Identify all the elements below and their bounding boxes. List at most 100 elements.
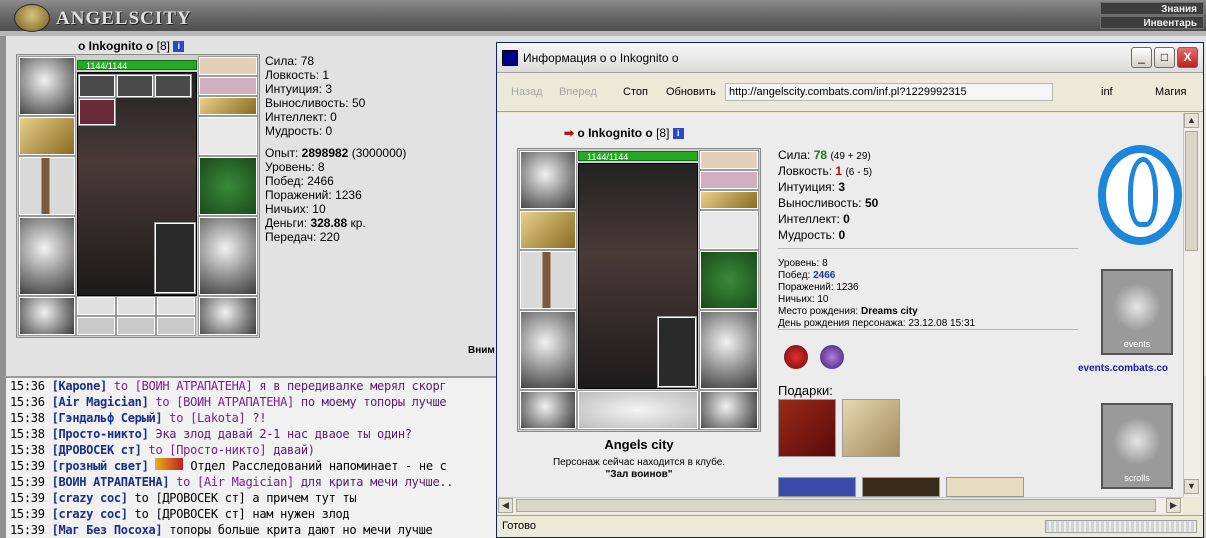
profile-boots-slot[interactable] <box>699 390 759 430</box>
pet-slot[interactable] <box>154 222 196 294</box>
purple-badge-icon[interactable] <box>820 345 844 369</box>
forward-button[interactable]: Вперед <box>559 86 597 98</box>
rings-slot[interactable] <box>198 96 258 116</box>
extra-slot-6[interactable] <box>156 316 196 336</box>
magic-button[interactable]: Магия <box>1155 86 1187 98</box>
refresh-button[interactable]: Обновить <box>666 86 716 98</box>
profile-weapon-slot[interactable] <box>519 250 577 310</box>
profile-bracers-slot[interactable] <box>519 210 577 250</box>
profile-legs-slot[interactable] <box>699 310 759 390</box>
extra-slot-3[interactable] <box>156 296 196 316</box>
profile-stat-intuition: Интуиция: 3 <box>778 180 846 194</box>
character-name[interactable]: o Inkognito o <box>78 39 153 53</box>
helmet-slot[interactable] <box>18 56 76 116</box>
profile-pet-slot[interactable] <box>657 316 697 388</box>
window-app-icon <box>502 50 518 66</box>
rune-slot-1[interactable] <box>78 74 116 98</box>
top-bar: ANGELSCITY Знания Инвентарь <box>0 0 1206 36</box>
chat-line: 15:38 [ДРОВОСЕК ст] to [Просто-никто] да… <box>10 443 315 457</box>
profile-city: Angels city <box>604 437 674 452</box>
scrolls-banner-icon[interactable]: scrolls <box>1101 403 1173 489</box>
belt-slot[interactable] <box>18 296 76 336</box>
profile-stat-endurance: Выносливость: 50 <box>778 196 879 210</box>
maximize-button[interactable]: □ <box>1154 47 1175 68</box>
boots-slot[interactable] <box>198 296 258 336</box>
details-divider <box>778 329 1078 330</box>
bracers-slot[interactable] <box>18 116 76 156</box>
scrolls-banner-label: scrolls <box>1124 473 1150 483</box>
info-icon[interactable]: i <box>173 41 185 53</box>
vertical-scroll-thumb[interactable] <box>1185 131 1198 251</box>
game-logo-icon[interactable] <box>14 4 50 32</box>
events-banner-label: events <box>1123 339 1151 349</box>
menu-inventory[interactable]: Инвентарь <box>1100 16 1204 29</box>
profile-level-line: Уровень: 8 <box>778 258 828 269</box>
rune-slot-3[interactable] <box>154 74 192 98</box>
stop-button[interactable]: Стоп <box>623 86 648 98</box>
weapon-slot[interactable] <box>18 156 76 216</box>
profile-gloves-slot[interactable] <box>699 210 759 250</box>
menu-knowledge[interactable]: Знания <box>1100 2 1204 15</box>
events-link[interactable]: events.combats.co <box>1078 363 1168 375</box>
gift-row2-item-2[interactable] <box>862 477 940 497</box>
earrings-slot[interactable] <box>198 56 258 76</box>
window-titlebar[interactable]: Информация о o Inkognito o _ □ X <box>497 43 1203 73</box>
minimize-button[interactable]: _ <box>1131 47 1152 68</box>
club-logo-face-icon <box>1128 157 1158 227</box>
profile-content: ➡ o Inkognito o [8] i 1144/1144 Angels c… <box>498 113 1183 497</box>
back-button[interactable]: Назад <box>511 86 543 98</box>
profile-emblem <box>577 390 699 430</box>
gift-row2-item-1[interactable] <box>778 477 856 497</box>
rune-slot-2[interactable] <box>116 74 154 98</box>
brand-title: ANGELSCITY <box>56 8 192 29</box>
scroll-left-button[interactable]: ◀ <box>498 498 513 513</box>
inf-button[interactable]: inf <box>1101 86 1113 98</box>
close-button[interactable]: X <box>1177 47 1198 68</box>
profile-location-line: Персонаж сейчас находится в клубе. <box>552 457 726 468</box>
profile-armor-slot[interactable] <box>519 310 577 390</box>
profile-shield-slot[interactable] <box>699 250 759 310</box>
extra-slot-4[interactable] <box>76 316 116 336</box>
rune-slot-4[interactable] <box>78 98 116 126</box>
profile-rings-slot[interactable] <box>699 190 759 210</box>
character-title: o Inkognito o [8] i <box>78 39 185 53</box>
horizontal-scroll-thumb[interactable] <box>516 499 1156 512</box>
events-banner-icon[interactable]: events <box>1101 269 1173 355</box>
gift-row2-item-3[interactable] <box>946 477 1024 497</box>
url-field[interactable]: http://angelscity.combats.com/inf.pl?122… <box>725 83 1053 101</box>
gift-package-icon[interactable] <box>842 399 900 457</box>
shield-slot[interactable] <box>198 156 258 216</box>
profile-belt-slot[interactable] <box>519 390 577 430</box>
profile-level: [8] <box>656 126 670 140</box>
vertical-scrollbar[interactable]: ▲ ▼ <box>1183 113 1200 497</box>
profile-helmet-slot[interactable] <box>519 150 577 210</box>
scroll-right-button[interactable]: ▶ <box>1166 498 1181 513</box>
extra-slot-2[interactable] <box>116 296 156 316</box>
extra-slot-1[interactable] <box>76 296 116 316</box>
chat-line: 15:38 [Просто-никто] Эка злод давай 2-1 … <box>10 427 412 441</box>
armor-slot[interactable] <box>18 216 76 296</box>
profile-wins: Побед: 2466 <box>778 270 836 281</box>
info-window: Информация о o Inkognito o _ □ X Назад В… <box>496 42 1204 538</box>
red-badge-icon[interactable] <box>784 345 808 369</box>
sheriff-icon <box>155 458 184 470</box>
gift-book-icon[interactable] <box>778 399 836 457</box>
extra-slot-5[interactable] <box>116 316 156 336</box>
chat-log[interactable]: 15:36 [Kapone] to [ВОИН АТРАПАТЕНА] я в … <box>0 376 497 538</box>
character-stats: Сила: 78 Ловкость: 1 Интуиция: 3 Выносли… <box>265 54 406 244</box>
profile-earrings-slot[interactable] <box>699 150 759 170</box>
gloves-slot[interactable] <box>198 116 258 156</box>
profile-name[interactable]: o Inkognito o <box>577 126 652 140</box>
legs-slot[interactable] <box>198 216 258 296</box>
stat-strength: Сила: 78 <box>265 54 315 68</box>
profile-info-icon[interactable]: i <box>672 128 684 140</box>
amulet-slot[interactable] <box>198 76 258 96</box>
horizontal-scrollbar[interactable]: ◀ ▶ <box>498 497 1183 514</box>
arrow-icon: ➡ <box>564 126 575 140</box>
profile-amulet-slot[interactable] <box>699 170 759 190</box>
scroll-down-button[interactable]: ▼ <box>1184 479 1199 494</box>
stat-level: Уровень: 8 <box>265 160 325 174</box>
stat-dexterity: Ловкость: 1 <box>265 68 330 82</box>
scroll-up-button[interactable]: ▲ <box>1184 113 1199 128</box>
chat-line: 15:39 [Маг Без Посоха] топоры больше кри… <box>10 523 433 537</box>
